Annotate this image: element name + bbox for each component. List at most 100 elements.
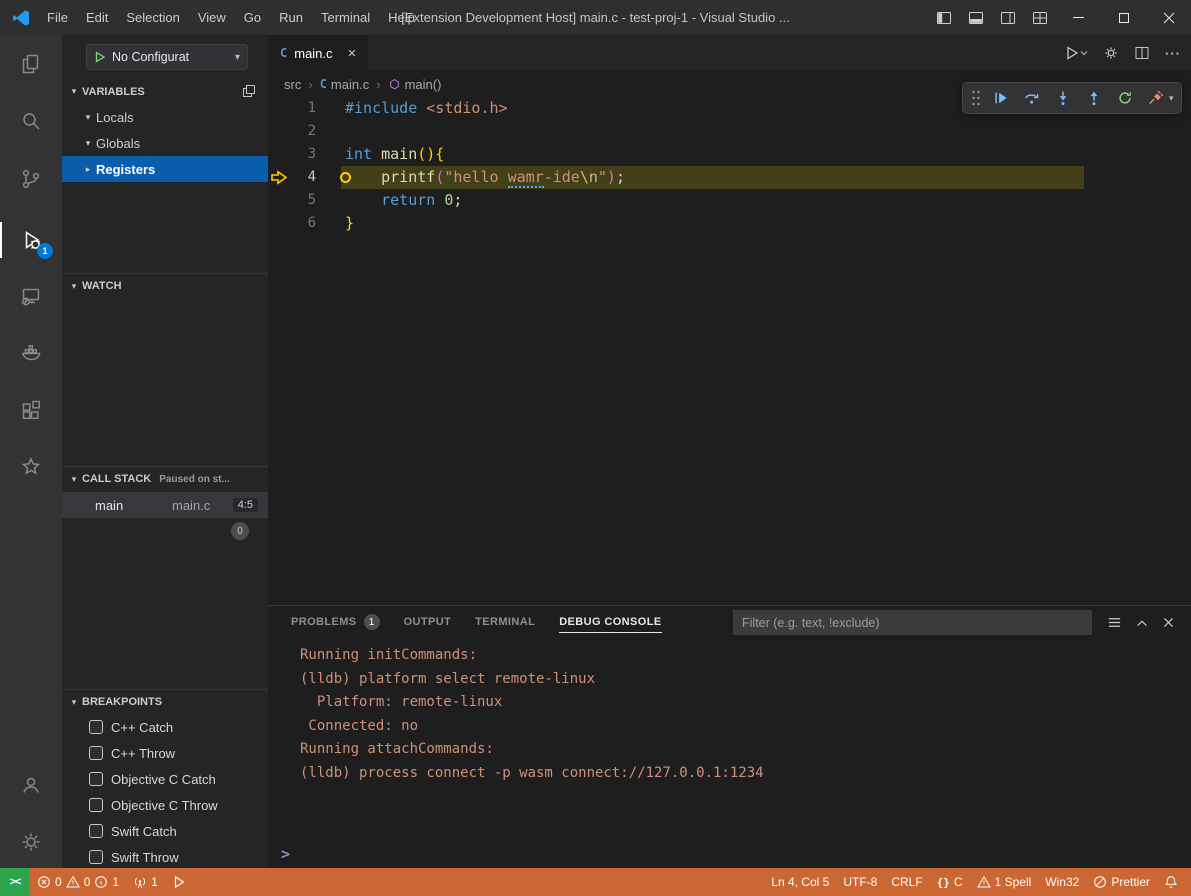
bell-icon	[1164, 875, 1178, 889]
breadcrumb-item-symbol[interactable]: main()	[388, 77, 442, 92]
glyph-margin[interactable]	[268, 143, 300, 166]
notifications-bell[interactable]	[1157, 875, 1185, 889]
breadcrumb-item-src[interactable]: src	[284, 77, 301, 92]
breakpoint-item[interactable]: Swift Catch	[62, 818, 268, 844]
menu-file[interactable]: File	[38, 0, 77, 35]
chevron-down-icon[interactable]: ▾	[1169, 93, 1176, 104]
breakpoint-item[interactable]: Objective C Catch	[62, 766, 268, 792]
toggle-sidebar-icon[interactable]	[928, 0, 960, 35]
console-input-prompt[interactable]: >	[281, 845, 290, 863]
split-editor-icon[interactable]	[1134, 45, 1150, 61]
step-out-button[interactable]	[1079, 85, 1108, 112]
spell-indicator[interactable]: 1 Spell	[970, 875, 1039, 889]
problems-indicator[interactable]: 0 0 1	[30, 868, 126, 896]
panel-tab-problems[interactable]: PROBLEMS1	[282, 606, 389, 638]
platform-indicator[interactable]: Win32	[1038, 875, 1086, 889]
menu-view[interactable]: View	[189, 0, 235, 35]
customize-layout-icon[interactable]	[1024, 0, 1056, 35]
continue-button[interactable]	[986, 85, 1015, 112]
glyph-margin[interactable]	[268, 212, 300, 235]
breakpoint-checkbox[interactable]	[89, 824, 103, 838]
code-line-5[interactable]: 5 return 0;	[268, 189, 1191, 212]
code-line-2[interactable]: 2	[268, 120, 1191, 143]
console-filter-input[interactable]	[733, 610, 1092, 635]
settings-button[interactable]	[0, 818, 62, 866]
maximize-panel-icon[interactable]	[1135, 616, 1149, 630]
code-line-4[interactable]: 4 printf("hello wamr-ide\n");	[268, 166, 1191, 189]
code-line-6[interactable]: 6}	[268, 212, 1191, 235]
encoding-indicator[interactable]: UTF-8	[836, 875, 884, 889]
remote-indicator[interactable]: ><	[0, 868, 30, 896]
panel-tab-debug-console[interactable]: DEBUG CONSOLE	[550, 606, 670, 638]
glyph-margin[interactable]	[268, 189, 300, 212]
sidebar-item-explorer[interactable]	[0, 40, 62, 88]
breakpoint-checkbox[interactable]	[89, 772, 103, 786]
inline-breakpoint-icon[interactable]	[340, 172, 351, 183]
toggle-panel-icon[interactable]	[960, 0, 992, 35]
minimize-button[interactable]	[1056, 0, 1101, 35]
call-stack-frame[interactable]: main main.c 4:5	[62, 492, 268, 518]
call-stack-section-header[interactable]: ▾ CALL STACK Paused on st...	[62, 466, 268, 491]
variables-item-globals[interactable]: ▾Globals	[62, 130, 268, 156]
ports-indicator[interactable]: 1	[126, 868, 165, 896]
step-over-button[interactable]	[1017, 85, 1046, 112]
breakpoint-checkbox[interactable]	[89, 850, 103, 864]
toggle-secondary-sidebar-icon[interactable]	[992, 0, 1024, 35]
variables-item-locals[interactable]: ▾Locals	[62, 104, 268, 130]
debug-status-indicator[interactable]	[165, 868, 193, 896]
breakpoint-checkbox[interactable]	[89, 798, 103, 812]
code-line-3[interactable]: 3int main(){	[268, 143, 1191, 166]
restart-button[interactable]	[1110, 85, 1139, 112]
breakpoint-item[interactable]: Objective C Throw	[62, 792, 268, 818]
menu-edit[interactable]: Edit	[77, 0, 117, 35]
chevron-down-icon: ▾	[66, 281, 82, 292]
sidebar-item-docker[interactable]	[0, 328, 62, 376]
step-into-button[interactable]	[1048, 85, 1077, 112]
accounts-button[interactable]	[0, 761, 62, 809]
more-actions-icon[interactable]: ···	[1165, 46, 1181, 61]
code-editor[interactable]: 1#include <stdio.h>23int main(){4 printf…	[268, 97, 1191, 235]
variables-item-registers[interactable]: ▸Registers	[62, 156, 268, 182]
glyph-margin[interactable]	[268, 97, 300, 120]
formatter-indicator[interactable]: Prettier	[1086, 875, 1157, 889]
panel-tab-terminal[interactable]: TERMINAL	[466, 606, 544, 638]
breakpoint-item[interactable]: Swift Throw	[62, 844, 268, 870]
disconnect-button[interactable]	[1141, 85, 1170, 112]
breakpoint-checkbox[interactable]	[89, 720, 103, 734]
run-or-debug-button[interactable]	[1064, 45, 1088, 61]
cursor-position[interactable]: Ln 4, Col 5	[764, 875, 836, 889]
glyph-margin[interactable]	[268, 166, 300, 189]
close-icon[interactable]: ×	[348, 45, 357, 62]
eol-indicator[interactable]: CRLF	[884, 875, 929, 889]
menu-terminal[interactable]: Terminal	[312, 0, 379, 35]
close-button[interactable]	[1146, 0, 1191, 35]
close-panel-icon[interactable]	[1162, 616, 1175, 629]
sidebar-item-remote-explorer[interactable]	[0, 272, 62, 320]
glyph-margin[interactable]	[268, 120, 300, 143]
debug-config-dropdown[interactable]: No Configurat ▾	[86, 44, 248, 70]
breakpoint-checkbox[interactable]	[89, 746, 103, 760]
window-title: [Extension Development Host] main.c - te…	[401, 10, 789, 25]
sidebar-item-favorites[interactable]	[0, 443, 62, 491]
collapse-all-icon[interactable]	[242, 84, 256, 98]
settings-gear-icon[interactable]	[1103, 45, 1119, 61]
tab-main-c[interactable]: C main.c ×	[268, 35, 368, 71]
sidebar-item-extensions[interactable]	[0, 386, 62, 434]
breakpoint-item[interactable]: C++ Throw	[62, 740, 268, 766]
panel-tab-output[interactable]: OUTPUT	[395, 606, 461, 638]
menu-run[interactable]: Run	[270, 0, 312, 35]
menu-go[interactable]: Go	[235, 0, 270, 35]
sidebar-item-search[interactable]	[0, 97, 62, 145]
menu-selection[interactable]: Selection	[117, 0, 188, 35]
sidebar-item-run-and-debug[interactable]: 1	[0, 216, 62, 264]
variables-section-header[interactable]: ▾ VARIABLES	[62, 79, 268, 104]
drag-handle-icon[interactable]	[968, 89, 984, 107]
breakpoint-item[interactable]: C++ Catch	[62, 714, 268, 740]
maximize-button[interactable]	[1101, 0, 1146, 35]
language-mode[interactable]: {} C	[930, 875, 970, 889]
sidebar-item-source-control[interactable]	[0, 155, 62, 203]
breadcrumb-item-file[interactable]: C main.c	[320, 77, 370, 92]
watch-section-header[interactable]: ▾ WATCH	[62, 273, 268, 298]
breakpoints-section-header[interactable]: ▾ BREAKPOINTS	[62, 689, 268, 714]
filter-icon[interactable]	[1107, 615, 1122, 630]
